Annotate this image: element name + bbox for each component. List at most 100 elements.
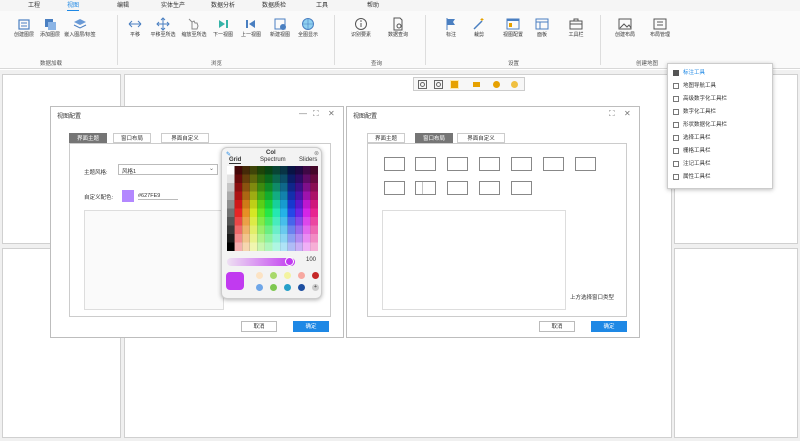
move-icon [156, 17, 170, 31]
tab-grid[interactable]: Grid [229, 157, 242, 164]
swatch-4[interactable] [298, 272, 305, 279]
maximize-icon[interactable]: ⛶ [313, 109, 319, 119]
create-layout-button[interactable]: 创建布局 [607, 15, 643, 55]
swatch-8[interactable] [284, 284, 291, 291]
layout-panel: 上方选择窗口类型 [367, 143, 627, 317]
clip-button[interactable]: 裁剪 [461, 15, 497, 55]
layout-two-horizontal[interactable] [447, 157, 468, 171]
swatch-7[interactable] [270, 284, 277, 291]
opacity-handle[interactable] [285, 257, 294, 266]
menu-help[interactable]: 帮助 [367, 1, 379, 11]
layout-four[interactable] [384, 181, 405, 195]
zoom-out-icon[interactable] [434, 80, 443, 89]
panel-button[interactable]: 面板 [524, 15, 560, 55]
menu-item-advanced-digitize[interactable]: 高级数字化工具栏 [673, 95, 727, 105]
swatch-1[interactable] [256, 272, 263, 279]
toolbar-menu: 标注工具 地图导航工具 高级数字化工具栏 数字化工具栏 形状数据化工具栏 选择工… [667, 63, 773, 189]
layout-preview [382, 210, 566, 310]
checkbox-icon [673, 147, 679, 154]
color-value[interactable]: #627FE9 [138, 193, 178, 200]
layout-five[interactable] [479, 181, 500, 195]
theme-label: 主题风格: [84, 170, 108, 176]
tab-window-layout[interactable]: 窗口布局 [415, 133, 453, 143]
group-create-map: 创建地图 [636, 61, 659, 67]
cancel-button[interactable]: 取消 [539, 321, 575, 332]
close-picker-icon[interactable]: ⊗ [314, 150, 319, 157]
layout-three-d[interactable] [575, 157, 596, 171]
tab-sliders[interactable]: Sliders [299, 157, 317, 163]
checkbox-icon [673, 108, 679, 115]
previous-view-icon [246, 20, 255, 28]
layout-six[interactable] [511, 181, 532, 195]
menu-entity-production[interactable]: 实体生产 [161, 1, 185, 11]
layout-single[interactable] [384, 157, 405, 171]
layout-three-b[interactable] [511, 157, 532, 171]
layout-three-c[interactable] [543, 157, 564, 171]
right-bottom-pane[interactable] [674, 248, 798, 438]
flag-icon [446, 18, 455, 30]
checkbox-icon [673, 173, 679, 180]
swatch-2[interactable] [270, 272, 277, 279]
maximize-icon[interactable]: ⛶ [609, 109, 615, 119]
minimize-icon[interactable]: — [299, 109, 307, 118]
menu-item-raster[interactable]: 栅格工具栏 [673, 147, 711, 157]
menu-project[interactable]: 工程 [28, 1, 40, 11]
menu-item-digitize[interactable]: 数字化工具栏 [673, 108, 716, 118]
ok-button[interactable]: 确定 [293, 321, 329, 332]
tab-window-layout[interactable]: 窗口布局 [113, 133, 151, 143]
menu-item-label-tool[interactable]: 标注工具 [673, 69, 705, 79]
opacity-value[interactable]: 100 [306, 257, 316, 263]
panel-icon [535, 18, 549, 30]
menu-item-annotation[interactable]: 注记工具栏 [673, 160, 711, 170]
menu-tools[interactable]: 工具 [316, 1, 328, 11]
menu-item-map-nav[interactable]: 地图导航工具 [673, 82, 716, 92]
group-data-loading: 数据加载 [40, 61, 63, 67]
menu-item-selection[interactable]: 选择工具栏 [673, 134, 711, 144]
full-extent-button[interactable]: 全图显示 [290, 15, 326, 55]
identify-feature-button[interactable]: 识别要素 [343, 15, 379, 55]
menu-item-shape-data[interactable]: 形状数据化工具栏 [673, 121, 727, 131]
embed-layer-button[interactable]: 嵌入图层/标签 [62, 15, 98, 55]
tab-spectrum[interactable]: Spectrum [260, 157, 286, 163]
menu-view[interactable]: 视图 [67, 1, 80, 11]
tab-custom[interactable]: 界面自定义 [457, 133, 505, 143]
select-tool-icon[interactable] [450, 80, 459, 89]
data-query-button[interactable]: 数据查询 [380, 15, 416, 55]
layout-three-rows[interactable] [447, 181, 468, 195]
theme-select[interactable]: 风格1 ⌄ [118, 164, 218, 175]
globe-icon [302, 18, 314, 30]
group-query: 查询 [371, 61, 383, 67]
close-icon[interactable]: ✕ [624, 109, 631, 118]
zoom-in-icon[interactable] [418, 80, 427, 89]
zoom-hand-icon [188, 18, 199, 30]
info-icon [355, 18, 367, 30]
swatch-5[interactable] [312, 272, 319, 279]
swatch-3[interactable] [284, 272, 291, 279]
tab-theme[interactable]: 界面主题 [69, 133, 107, 143]
layer-style-icon[interactable] [472, 80, 481, 89]
ok-button[interactable]: 确定 [591, 321, 627, 332]
menu-data-check[interactable]: 数据质检 [262, 1, 286, 11]
create-layer-icon [18, 19, 30, 30]
color-grid[interactable] [227, 166, 318, 251]
cancel-button[interactable]: 取消 [241, 321, 277, 332]
swatch-9[interactable] [298, 284, 305, 291]
dialog-title: 视图配置 [353, 114, 378, 120]
close-icon[interactable]: ✕ [328, 109, 335, 118]
swatch-6[interactable] [256, 284, 263, 291]
menu-item-attribute[interactable]: 属性工具栏 [673, 173, 711, 183]
menu-edit[interactable]: 编辑 [117, 1, 129, 11]
layout-three-a[interactable] [479, 157, 500, 171]
toolbar-button[interactable]: 工具栏 [558, 15, 594, 55]
fill-color-icon[interactable] [492, 80, 501, 89]
tab-custom[interactable]: 界面自定义 [161, 133, 209, 143]
tab-theme[interactable]: 界面主题 [367, 133, 405, 143]
color-swatch[interactable] [122, 190, 134, 202]
layout-three-columns[interactable] [415, 181, 436, 195]
layout-two-vertical[interactable] [415, 157, 436, 171]
highlight-icon[interactable] [510, 80, 519, 89]
layout-manager-button[interactable]: 布局管理 [642, 15, 678, 55]
menu-data-analysis[interactable]: 数据分析 [211, 1, 235, 11]
add-layer-icon [45, 19, 56, 30]
add-swatch-icon[interactable]: + [312, 284, 319, 291]
